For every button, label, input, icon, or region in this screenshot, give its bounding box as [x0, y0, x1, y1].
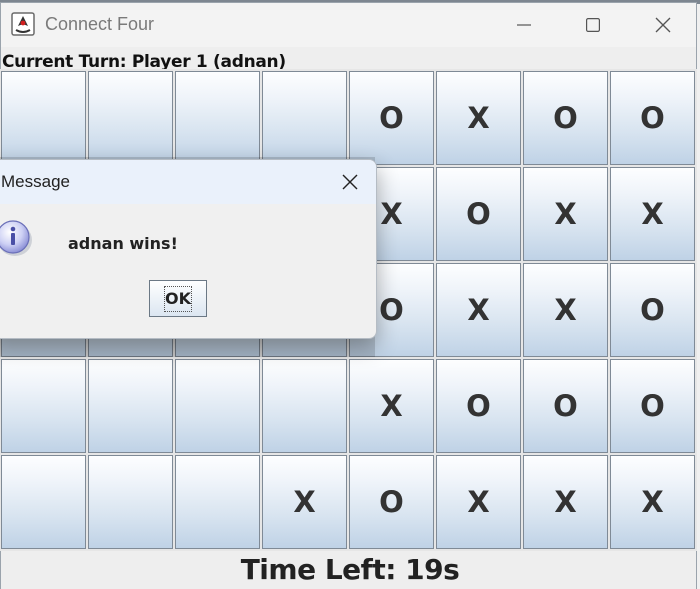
board-cell[interactable]: X [523, 263, 608, 357]
info-icon [0, 220, 32, 256]
time-left-label: Time Left: 19s [240, 553, 460, 586]
board-cell[interactable] [88, 455, 173, 549]
board-cell[interactable] [88, 71, 173, 165]
minimize-icon [517, 24, 531, 26]
close-button[interactable] [640, 5, 686, 45]
maximize-button[interactable] [570, 5, 616, 45]
dialog-title: Message [1, 172, 70, 191]
board-cell[interactable]: O [610, 263, 695, 357]
ok-button-label: OK [164, 285, 192, 312]
close-icon [342, 174, 358, 190]
board-cell[interactable]: O [349, 71, 434, 165]
board-cell[interactable] [175, 71, 260, 165]
close-icon [655, 17, 671, 33]
title-bar[interactable]: Connect Four [1, 3, 696, 47]
board-cell[interactable] [262, 71, 347, 165]
board-cell[interactable]: X [610, 167, 695, 261]
board-cell[interactable]: O [436, 359, 521, 453]
message-dialog: Message adnan wins! OK [0, 159, 377, 339]
board-cell[interactable]: O [349, 455, 434, 549]
board-cell[interactable] [1, 359, 86, 453]
board-cell[interactable]: X [262, 455, 347, 549]
window-title: Connect Four [45, 14, 155, 34]
dialog-title-bar[interactable]: Message [0, 160, 376, 204]
minimize-button[interactable] [501, 5, 547, 45]
board-cell[interactable]: X [349, 359, 434, 453]
board-cell[interactable]: X [610, 455, 695, 549]
java-duke-icon [11, 12, 35, 36]
dialog-message: adnan wins! [68, 234, 178, 253]
board-cell[interactable] [175, 359, 260, 453]
board-cell[interactable]: X [523, 455, 608, 549]
board-cell[interactable]: X [436, 71, 521, 165]
board-cell[interactable] [175, 455, 260, 549]
board-cell[interactable] [1, 455, 86, 549]
board-cell[interactable] [88, 359, 173, 453]
board-cell[interactable]: X [436, 263, 521, 357]
board-cell[interactable]: X [523, 167, 608, 261]
board-cell[interactable]: O [523, 71, 608, 165]
board-cell[interactable]: X [436, 455, 521, 549]
board-cell[interactable]: O [523, 359, 608, 453]
board-cell[interactable]: O [610, 71, 695, 165]
ok-button[interactable]: OK [149, 280, 207, 317]
maximize-icon [586, 18, 600, 32]
board-cell[interactable]: O [610, 359, 695, 453]
dialog-close-button[interactable] [328, 164, 372, 200]
board-cell[interactable] [262, 359, 347, 453]
board-cell[interactable] [1, 71, 86, 165]
board-cell[interactable]: O [436, 167, 521, 261]
